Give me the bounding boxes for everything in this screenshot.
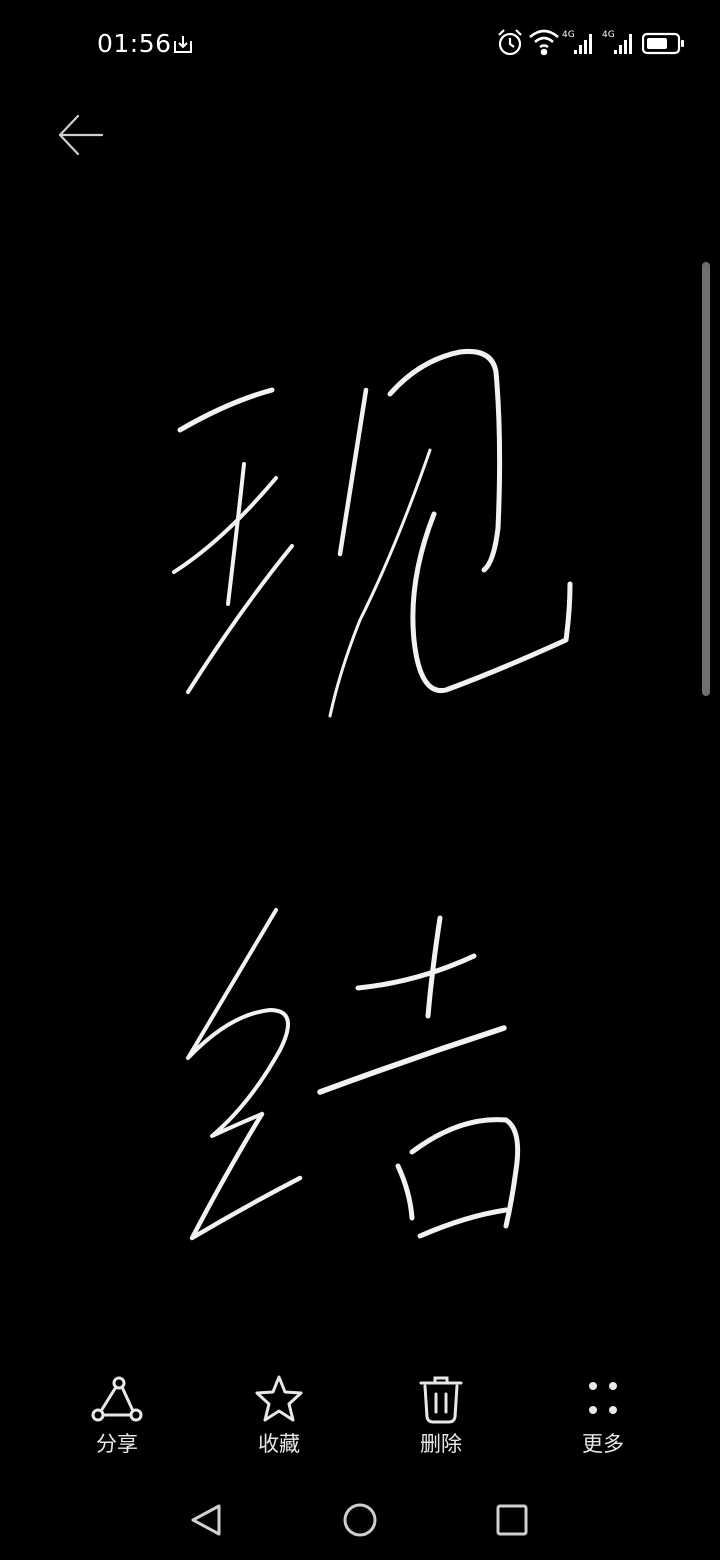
share-label: 分享 bbox=[96, 1432, 138, 1456]
delete-button[interactable]: 删除 bbox=[381, 1366, 501, 1466]
more-dots-icon bbox=[589, 1382, 617, 1414]
more-label: 更多 bbox=[582, 1432, 624, 1456]
scrollbar[interactable] bbox=[702, 262, 710, 696]
nav-home-button[interactable] bbox=[336, 1498, 384, 1546]
favorite-label: 收藏 bbox=[258, 1432, 300, 1456]
trash-icon bbox=[419, 1376, 463, 1424]
nav-home-icon bbox=[343, 1503, 377, 1537]
bottom-toolbar: 分享 收藏 删除 更多 bbox=[0, 1366, 720, 1466]
more-button[interactable]: 更多 bbox=[543, 1366, 663, 1466]
nav-recents-icon bbox=[496, 1504, 528, 1536]
nav-back-button[interactable] bbox=[182, 1498, 230, 1546]
delete-label: 删除 bbox=[420, 1432, 462, 1456]
navigation-bar bbox=[0, 1480, 720, 1560]
share-icon bbox=[91, 1376, 143, 1422]
handwriting-canvas[interactable] bbox=[0, 0, 720, 1340]
nav-recents-button[interactable] bbox=[488, 1498, 536, 1546]
star-icon bbox=[255, 1375, 303, 1422]
nav-back-icon bbox=[191, 1504, 221, 1536]
share-button[interactable]: 分享 bbox=[57, 1366, 177, 1466]
favorite-button[interactable]: 收藏 bbox=[219, 1366, 339, 1466]
